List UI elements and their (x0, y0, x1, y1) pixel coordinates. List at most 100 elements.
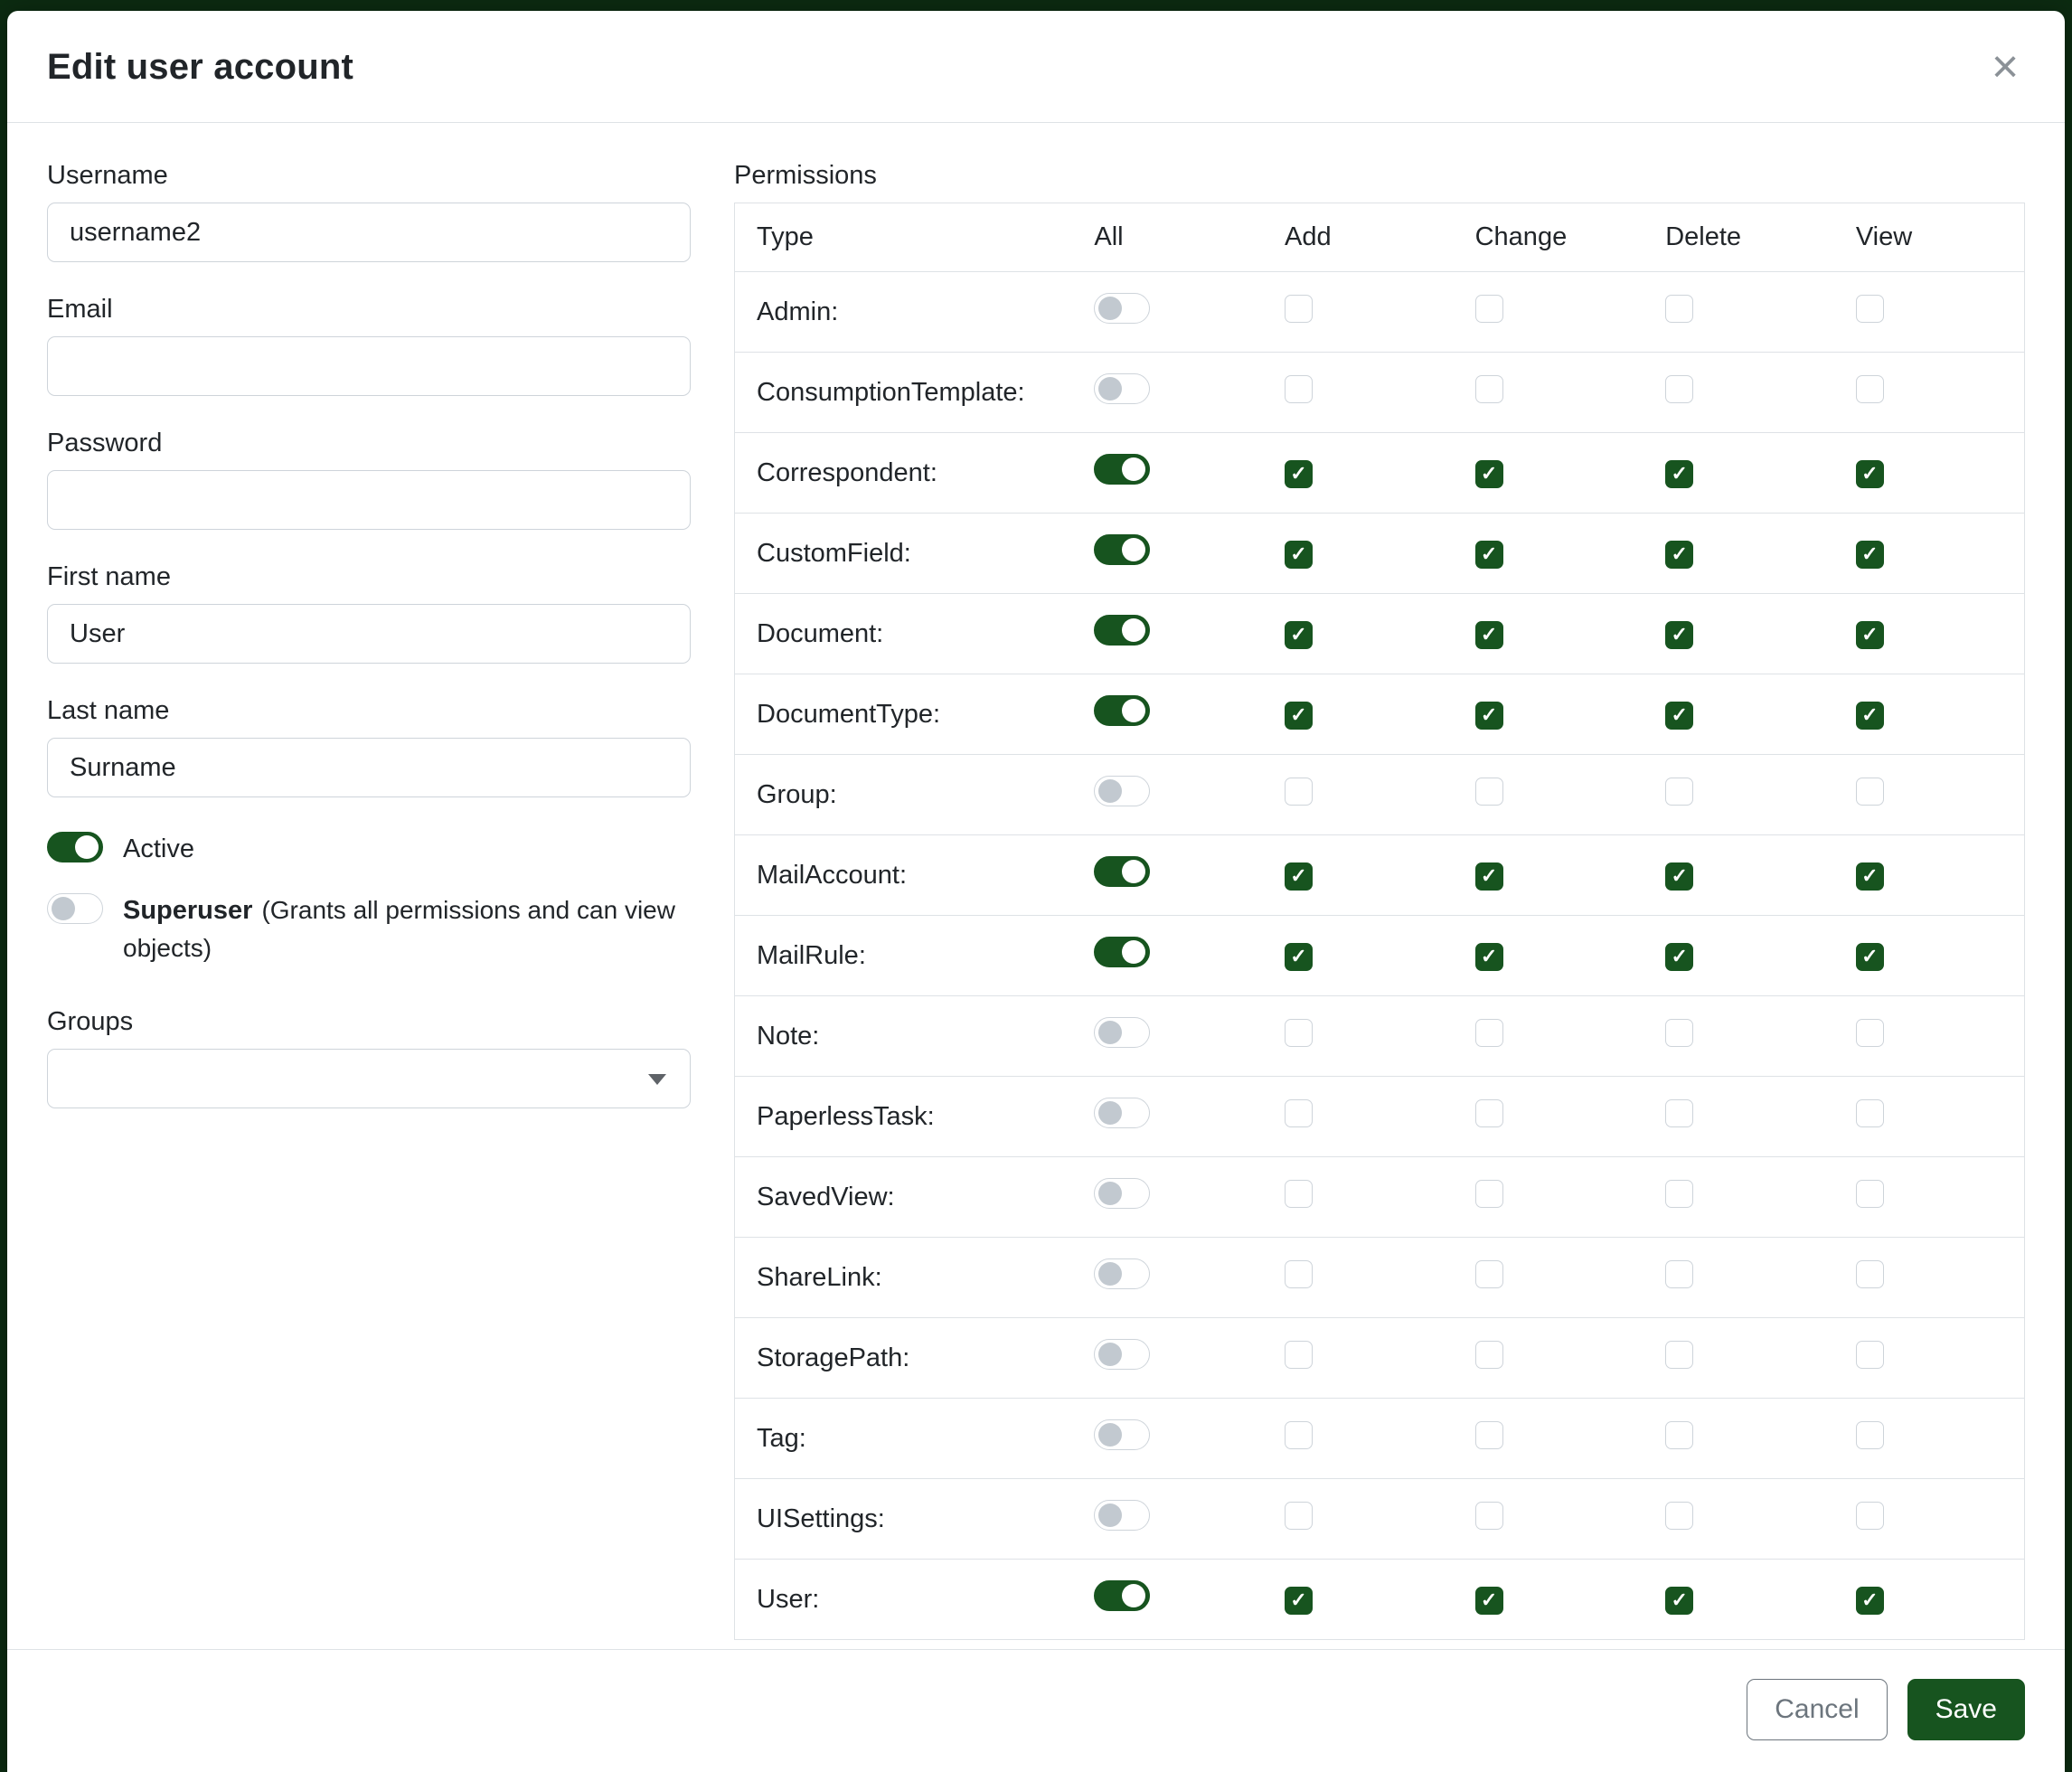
permission-add-checkbox[interactable]: ✓ (1285, 943, 1313, 971)
permission-delete-checkbox[interactable] (1665, 1019, 1693, 1047)
permission-all-toggle[interactable] (1094, 1580, 1150, 1611)
permission-change-checkbox[interactable] (1475, 295, 1503, 323)
permission-all-toggle[interactable] (1094, 856, 1150, 887)
username-input[interactable] (47, 203, 691, 262)
permission-delete-checkbox[interactable]: ✓ (1665, 1587, 1693, 1615)
close-icon[interactable]: × (1980, 42, 2030, 92)
permission-delete-checkbox[interactable] (1665, 1099, 1693, 1127)
permission-add-checkbox[interactable] (1285, 1099, 1313, 1127)
permission-all-toggle[interactable] (1094, 695, 1150, 726)
permission-change-checkbox[interactable] (1475, 1502, 1503, 1530)
permission-add-checkbox[interactable]: ✓ (1285, 621, 1313, 649)
permission-type-label: UISettings: (735, 1479, 1073, 1560)
permission-change-checkbox[interactable] (1475, 1099, 1503, 1127)
permission-view-checkbox[interactable] (1856, 1180, 1884, 1208)
permission-change-checkbox[interactable] (1475, 1260, 1503, 1288)
permission-view-checkbox[interactable]: ✓ (1856, 943, 1884, 971)
permission-change-checkbox[interactable] (1475, 375, 1503, 403)
permission-all-toggle[interactable] (1094, 615, 1150, 646)
active-toggle[interactable] (47, 832, 103, 862)
permission-add-checkbox[interactable] (1285, 778, 1313, 806)
permission-delete-checkbox[interactable] (1665, 778, 1693, 806)
groups-select[interactable] (47, 1049, 691, 1108)
email-input[interactable] (47, 336, 691, 396)
permission-view-checkbox[interactable]: ✓ (1856, 1587, 1884, 1615)
permission-all-toggle[interactable] (1094, 1419, 1150, 1450)
permission-all-toggle[interactable] (1094, 1500, 1150, 1531)
permission-delete-checkbox[interactable] (1665, 375, 1693, 403)
permission-add-checkbox[interactable] (1285, 295, 1313, 323)
permission-change-checkbox[interactable]: ✓ (1475, 621, 1503, 649)
permission-change-checkbox[interactable]: ✓ (1475, 943, 1503, 971)
password-input[interactable] (47, 470, 691, 530)
permission-delete-checkbox[interactable]: ✓ (1665, 541, 1693, 569)
permission-delete-checkbox[interactable] (1665, 1341, 1693, 1369)
permission-view-checkbox[interactable]: ✓ (1856, 862, 1884, 891)
permission-delete-checkbox[interactable] (1665, 1502, 1693, 1530)
permission-add-checkbox[interactable] (1285, 1341, 1313, 1369)
permission-add-checkbox[interactable] (1285, 1502, 1313, 1530)
permission-all-toggle[interactable] (1094, 534, 1150, 565)
permission-view-checkbox[interactable] (1856, 778, 1884, 806)
permission-delete-checkbox[interactable] (1665, 1421, 1693, 1449)
permission-all-toggle[interactable] (1094, 373, 1150, 404)
permission-delete-checkbox[interactable]: ✓ (1665, 943, 1693, 971)
permission-view-checkbox[interactable] (1856, 1502, 1884, 1530)
permission-add-checkbox[interactable] (1285, 375, 1313, 403)
permission-delete-checkbox[interactable] (1665, 1260, 1693, 1288)
permission-all-toggle[interactable] (1094, 1017, 1150, 1048)
permission-view-checkbox[interactable]: ✓ (1856, 621, 1884, 649)
column-header-view: View (1834, 203, 2025, 272)
permission-row: Document:✓✓✓✓ (735, 594, 2025, 674)
permission-change-checkbox[interactable] (1475, 1019, 1503, 1047)
permission-view-checkbox[interactable]: ✓ (1856, 702, 1884, 730)
permission-change-checkbox[interactable]: ✓ (1475, 541, 1503, 569)
permission-delete-checkbox[interactable] (1665, 295, 1693, 323)
save-button[interactable]: Save (1907, 1679, 2025, 1740)
permission-change-checkbox[interactable] (1475, 1421, 1503, 1449)
permission-add-checkbox[interactable] (1285, 1421, 1313, 1449)
permission-all-toggle[interactable] (1094, 776, 1150, 806)
permission-change-checkbox[interactable]: ✓ (1475, 862, 1503, 891)
permission-all-toggle[interactable] (1094, 1098, 1150, 1128)
permission-type-label: ConsumptionTemplate: (735, 353, 1073, 433)
permission-change-checkbox[interactable]: ✓ (1475, 1587, 1503, 1615)
last-name-input[interactable] (47, 738, 691, 797)
permission-delete-checkbox[interactable]: ✓ (1665, 862, 1693, 891)
permission-all-toggle[interactable] (1094, 1339, 1150, 1370)
permission-add-checkbox[interactable]: ✓ (1285, 702, 1313, 730)
permission-all-toggle[interactable] (1094, 293, 1150, 324)
permission-all-toggle[interactable] (1094, 454, 1150, 485)
permission-change-checkbox[interactable] (1475, 1341, 1503, 1369)
permission-view-checkbox[interactable] (1856, 375, 1884, 403)
permission-change-checkbox[interactable]: ✓ (1475, 702, 1503, 730)
permission-add-checkbox[interactable]: ✓ (1285, 1587, 1313, 1615)
permission-view-checkbox[interactable] (1856, 1260, 1884, 1288)
permission-view-checkbox[interactable] (1856, 1421, 1884, 1449)
permission-view-checkbox[interactable] (1856, 295, 1884, 323)
permission-add-checkbox[interactable]: ✓ (1285, 460, 1313, 488)
permission-add-checkbox[interactable] (1285, 1180, 1313, 1208)
permission-all-toggle[interactable] (1094, 1258, 1150, 1289)
permission-add-checkbox[interactable]: ✓ (1285, 862, 1313, 891)
permission-all-toggle[interactable] (1094, 937, 1150, 967)
permission-view-checkbox[interactable]: ✓ (1856, 541, 1884, 569)
permission-change-checkbox[interactable] (1475, 778, 1503, 806)
first-name-input[interactable] (47, 604, 691, 664)
permission-change-checkbox[interactable] (1475, 1180, 1503, 1208)
permission-view-checkbox[interactable] (1856, 1341, 1884, 1369)
permission-add-checkbox[interactable] (1285, 1019, 1313, 1047)
permission-view-checkbox[interactable] (1856, 1099, 1884, 1127)
permission-delete-checkbox[interactable]: ✓ (1665, 460, 1693, 488)
permission-all-toggle[interactable] (1094, 1178, 1150, 1209)
permission-change-checkbox[interactable]: ✓ (1475, 460, 1503, 488)
permission-delete-checkbox[interactable]: ✓ (1665, 702, 1693, 730)
superuser-toggle[interactable] (47, 893, 103, 924)
permission-add-checkbox[interactable] (1285, 1260, 1313, 1288)
permission-view-checkbox[interactable] (1856, 1019, 1884, 1047)
cancel-button[interactable]: Cancel (1747, 1679, 1887, 1740)
permission-delete-checkbox[interactable] (1665, 1180, 1693, 1208)
permission-delete-checkbox[interactable]: ✓ (1665, 621, 1693, 649)
permission-add-checkbox[interactable]: ✓ (1285, 541, 1313, 569)
permission-view-checkbox[interactable]: ✓ (1856, 460, 1884, 488)
